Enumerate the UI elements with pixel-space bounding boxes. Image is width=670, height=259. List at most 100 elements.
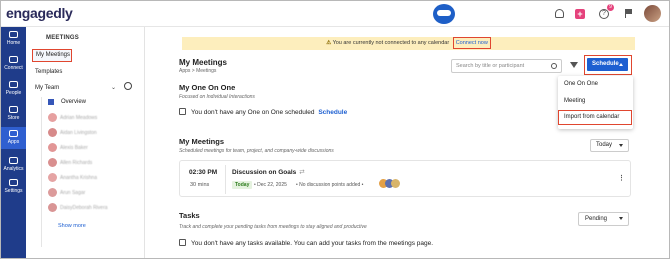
meeting-date: • Dec 22, 2025 — [254, 182, 287, 188]
team-member[interactable]: Alexis Baker — [48, 143, 143, 153]
rail-label: Apps — [7, 139, 20, 145]
rail-label: Settings — [4, 188, 23, 194]
search-placeholder: Search by title or participant — [456, 63, 525, 69]
chevron-down-icon[interactable]: ⌄ — [111, 84, 116, 91]
avatar — [48, 203, 57, 212]
warning-icon: ⚠ — [326, 40, 332, 46]
repeat-icon: ⇄ — [299, 169, 305, 176]
meeting-duration: 30 mins — [190, 182, 210, 188]
chevron-down-icon — [619, 144, 623, 147]
sidebar-header: MEETINGS — [36, 35, 79, 41]
rail-item-apps[interactable]: Apps — [1, 127, 26, 149]
team-member[interactable]: Anantha Krishna — [48, 173, 143, 183]
tasks-empty-state: You don't have any tasks available. You … — [179, 239, 433, 247]
schedule-button-highlight: Schedule — [584, 55, 632, 75]
bell-icon[interactable] — [555, 9, 564, 18]
main-content: ⚠ You are currently not connected to any… — [146, 27, 669, 258]
sidebar-item-my-meetings[interactable]: My Meetings — [32, 49, 72, 62]
avatar — [48, 128, 57, 137]
rail-item-home[interactable]: Home — [1, 31, 26, 46]
today-badge: Today — [232, 181, 253, 189]
add-icon[interactable]: + — [575, 9, 585, 19]
rail-label: Home — [6, 40, 21, 46]
sidebar-item-templates[interactable]: Templates — [35, 69, 62, 75]
menu-item-meeting[interactable]: Meeting — [564, 98, 585, 104]
breadcrumb[interactable]: Apps > Meetings — [179, 68, 216, 74]
more-options-icon[interactable]: ⋮ — [618, 174, 625, 182]
team-member[interactable]: DaisyDeborah Rivera — [48, 203, 143, 213]
team-select[interactable]: My Team — [35, 85, 59, 91]
avatar — [48, 188, 57, 197]
team-member-name: Arun Sagar — [60, 190, 86, 196]
rail-item-analytics[interactable]: Analytics — [1, 157, 26, 172]
rail-item-people[interactable]: People — [1, 81, 26, 96]
tasks-subtitle: Track and complete your pending tasks fr… — [179, 224, 367, 230]
menu-item-one-on-one[interactable]: One On One — [564, 81, 598, 87]
overview-icon — [48, 99, 54, 105]
tree-line — [41, 97, 42, 247]
page-title: My Meetings — [179, 58, 228, 67]
date-filter-select[interactable]: Today — [590, 139, 629, 152]
task-status-select[interactable]: Pending — [578, 212, 629, 226]
date-filter-value: Today — [596, 142, 613, 148]
team-member[interactable]: Aidan Livingston — [48, 128, 143, 138]
search-input[interactable]: Search by title or participant — [451, 59, 562, 73]
meeting-card[interactable]: 02:30 PM 30 mins Discussion on Goals ⇄ To… — [179, 160, 631, 197]
apps-icon — [9, 130, 18, 137]
notification-badge: 9 — [607, 4, 614, 11]
rail-item-settings[interactable]: Settings — [1, 179, 26, 194]
calendar-icon — [179, 108, 186, 115]
analytics-icon — [9, 157, 18, 164]
rail-item-store[interactable]: Store — [1, 106, 26, 121]
team-member-name: DaisyDeborah Rivera — [60, 205, 108, 211]
filter-icon[interactable] — [570, 62, 578, 68]
discussion-points: • No discussion points added • — [296, 182, 364, 188]
menu-item-import-from-calendar[interactable]: Import from calendar — [564, 114, 619, 120]
engagedly-logo[interactable]: engagedly — [6, 5, 73, 21]
settings-icon — [9, 179, 18, 186]
one-on-one-subtitle: Focused on Individual Interactions — [179, 94, 255, 100]
people-icon — [9, 81, 18, 88]
sidebar-item-overview[interactable]: Overview — [61, 99, 86, 105]
avatar — [48, 113, 57, 122]
chevron-down-icon — [619, 217, 623, 220]
mascot-icon[interactable] — [433, 4, 455, 24]
avatar — [48, 143, 57, 152]
task-icon — [179, 239, 186, 246]
search-icon[interactable] — [124, 82, 132, 90]
meeting-time: 02:30 PM — [189, 169, 218, 176]
avatar — [391, 179, 400, 188]
connect-now-link[interactable]: Connect now — [452, 37, 491, 49]
banner-text: You are currently not connected to any c… — [332, 40, 450, 46]
team-member[interactable]: Adrian Meadows — [48, 113, 143, 123]
my-meetings-subtitle: Scheduled meetings for team, project, an… — [179, 148, 334, 154]
app-window: engagedly + ? 9 Home Connect People Stor… — [0, 0, 670, 259]
team-member-name: Adrian Meadows — [60, 115, 98, 121]
show-more-link[interactable]: Show more — [58, 223, 86, 229]
top-bar: engagedly + ? 9 — [1, 1, 669, 27]
schedule-dropdown-menu: One On One Meeting Import from calendar — [558, 76, 633, 129]
team-member[interactable]: Arun Sagar — [48, 188, 143, 198]
rail-item-connect[interactable]: Connect — [1, 56, 26, 71]
search-icon[interactable] — [551, 63, 557, 69]
help-icon[interactable]: ? — [599, 9, 609, 19]
rail-label: Connect — [4, 65, 23, 71]
team-member[interactable]: Allen Richards — [48, 158, 143, 168]
calendar-banner: ⚠ You are currently not connected to any… — [182, 37, 635, 50]
my-meetings-heading: My Meetings — [179, 137, 225, 146]
divider — [225, 165, 226, 194]
rail-label: Analytics — [3, 166, 24, 172]
meeting-title: Discussion on Goals ⇄ — [232, 168, 305, 176]
team-member-name: Alexis Baker — [60, 145, 88, 151]
schedule-link[interactable]: Schedule — [318, 109, 347, 116]
team-member-name: Allen Richards — [60, 160, 93, 166]
tasks-empty-text: You don't have any tasks available. You … — [191, 240, 434, 247]
user-avatar[interactable] — [644, 5, 661, 22]
team-member-name: Aidan Livingston — [60, 130, 97, 136]
flag-icon[interactable] — [625, 9, 633, 18]
rail-label: People — [5, 90, 22, 96]
avatar — [48, 158, 57, 167]
schedule-button[interactable]: Schedule — [587, 58, 628, 71]
rail-label: Store — [7, 115, 20, 121]
team-member-name: Anantha Krishna — [60, 175, 97, 181]
